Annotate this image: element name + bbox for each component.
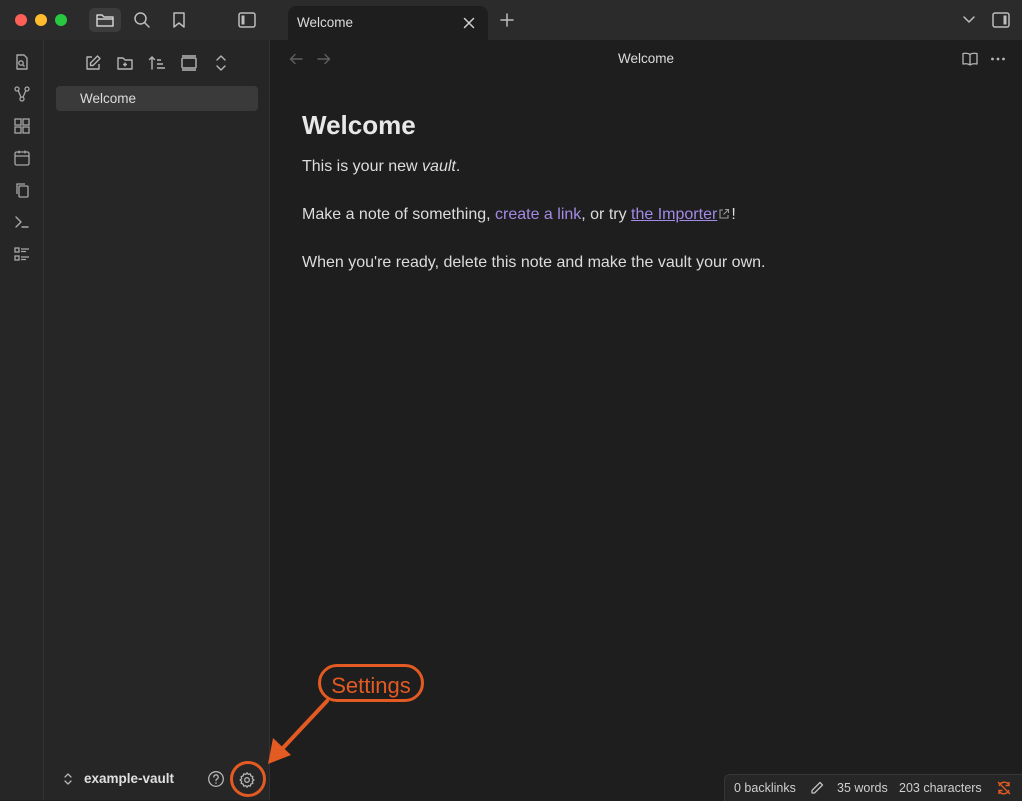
edit-icon [86, 55, 101, 70]
folder-plus-icon [117, 57, 133, 70]
reading-view-button[interactable] [960, 49, 980, 69]
calendar-icon [14, 150, 30, 166]
panel-icon [181, 55, 197, 71]
bookmarks-view-button[interactable] [163, 8, 195, 32]
more-horizontal-icon [991, 57, 1005, 61]
sidebar-left-icon [238, 12, 256, 28]
paragraph-vault: This is your new vault. [302, 156, 992, 178]
file-item-welcome[interactable]: Welcome [56, 86, 258, 111]
file-explorer-sidebar: Welcome example-vault [44, 40, 270, 800]
terminal-icon [15, 216, 29, 228]
app-window: Welcome Welcome example-vault Welcome We… [0, 0, 1022, 801]
change-sort-order-button[interactable] [146, 52, 168, 74]
chevron-down-icon [963, 16, 975, 23]
toggle-right-sidebar-button[interactable] [985, 8, 1017, 32]
chevrons-up-down-icon [64, 773, 72, 785]
new-note-button[interactable] [82, 52, 104, 74]
file-item-label: Welcome [80, 91, 137, 106]
files-view-button[interactable] [89, 8, 121, 32]
graph-icon [14, 86, 30, 102]
text: , or try [581, 206, 632, 223]
auto-reveal-button[interactable] [178, 52, 200, 74]
close-icon [463, 17, 475, 29]
chevrons-up-down-icon [216, 55, 226, 71]
open-daily-note-button[interactable] [12, 148, 32, 168]
text: This is your new [302, 158, 423, 175]
note-heading: Welcome [302, 110, 416, 140]
open-canvas-button[interactable] [12, 116, 32, 136]
emphasis-text: vault [422, 158, 456, 175]
sidebar-right-icon [992, 12, 1010, 28]
word-count: 35 words [837, 781, 888, 795]
note-content[interactable]: Welcome This is your new vault. Make a n… [302, 110, 992, 300]
pencil-icon [811, 781, 824, 794]
open-quick-switcher-button[interactable] [12, 52, 32, 72]
settings-callout: Settings [318, 664, 424, 702]
layout-dashboard-icon [14, 118, 30, 134]
ribbon [0, 40, 44, 800]
editing-mode-button[interactable] [809, 780, 825, 796]
external-link-icon [719, 208, 730, 219]
insert-template-button[interactable] [12, 180, 32, 200]
settings-highlight-ring [230, 761, 266, 797]
toggle-left-sidebar-button[interactable] [231, 8, 263, 32]
open-bases-button[interactable] [12, 244, 32, 264]
tab-list-button[interactable] [953, 8, 985, 32]
text: Make a note of something, [302, 206, 495, 223]
minimize-window-button[interactable] [35, 14, 47, 26]
plus-icon [500, 13, 514, 27]
folder-icon [96, 14, 114, 27]
help-circle-icon [208, 771, 224, 787]
new-folder-button[interactable] [114, 52, 136, 74]
close-window-button[interactable] [15, 14, 27, 26]
text: . [455, 158, 461, 175]
callout-label: Settings [331, 673, 411, 698]
tab-title: Welcome [297, 15, 354, 30]
status-bar: 0 backlinks 35 words 203 characters [724, 774, 1022, 801]
importer-link[interactable]: the Importer [631, 206, 717, 223]
vault-name[interactable]: example-vault [84, 771, 174, 786]
collapse-all-button[interactable] [210, 52, 232, 74]
search-view-button[interactable] [126, 8, 158, 32]
open-graph-view-button[interactable] [12, 84, 32, 104]
vault-switcher-button[interactable] [60, 771, 76, 787]
new-tab-button[interactable] [496, 9, 518, 31]
character-count: 203 characters [899, 781, 982, 795]
backlinks-count[interactable]: 0 backlinks [734, 781, 796, 795]
tab-welcome[interactable]: Welcome [288, 6, 488, 40]
zoom-window-button[interactable] [55, 14, 67, 26]
text: ! [731, 206, 736, 223]
view-header-title[interactable]: Welcome [270, 51, 1022, 66]
copy-icon [16, 183, 29, 198]
paragraph-links: Make a note of something, create a link,… [302, 204, 992, 226]
sync-error-icon [997, 781, 1011, 795]
book-open-icon [962, 52, 978, 66]
sync-status-button[interactable] [996, 780, 1012, 796]
list-icon [14, 247, 29, 261]
create-a-link-link[interactable]: create a link [495, 206, 581, 223]
bookmark-icon [173, 12, 185, 28]
close-tab-button[interactable] [460, 14, 478, 32]
more-options-button[interactable] [988, 49, 1008, 69]
search-icon [134, 12, 150, 28]
title-bar: Welcome [0, 0, 1022, 40]
open-command-palette-button[interactable] [12, 212, 32, 232]
file-search-icon [16, 54, 28, 70]
help-button[interactable] [206, 769, 226, 789]
sort-icon [148, 56, 165, 70]
paragraph-ready: When you're ready, delete this note and … [302, 254, 766, 271]
